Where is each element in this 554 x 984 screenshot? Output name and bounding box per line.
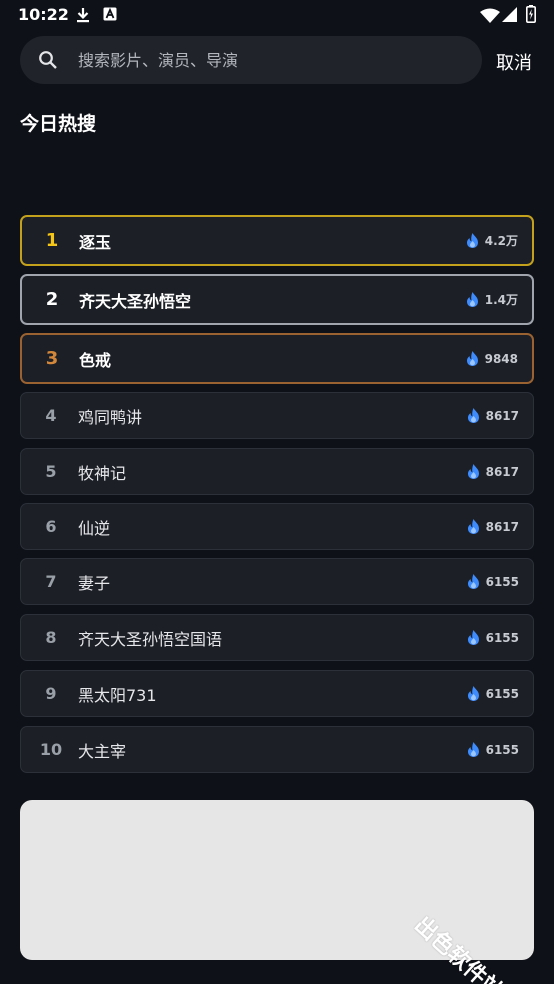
hot-list-row[interactable]: 7 妻子 6155	[20, 558, 534, 605]
movie-title: 大主宰	[78, 741, 127, 761]
rank-number: 6	[45, 517, 57, 536]
heat-value: 4.2万	[484, 234, 518, 248]
hot-list-row[interactable]: 3 色戒 9848	[20, 333, 534, 384]
movie-title: 仙逆	[78, 518, 111, 538]
rank-number: 10	[39, 740, 63, 759]
wifi-icon	[480, 8, 500, 23]
heat-score: 8617	[467, 504, 519, 549]
heat-value: 8617	[485, 408, 519, 423]
search-input[interactable]	[78, 36, 468, 84]
download-icon	[77, 8, 89, 23]
search-icon	[39, 51, 57, 69]
heat-value: 6155	[485, 686, 519, 701]
movie-title: 逐玉	[79, 232, 112, 252]
heat-score: 6155	[467, 727, 519, 772]
flame-icon	[467, 464, 479, 479]
heat-value: 9848	[484, 351, 518, 366]
flame-icon	[467, 519, 479, 534]
status-bar: 10:22	[0, 0, 554, 30]
rank-number: 8	[45, 628, 57, 647]
rank-number: 3	[45, 348, 59, 369]
rank-number: 4	[45, 406, 57, 425]
hot-list-row[interactable]: 2 齐天大圣孙悟空 1.4万	[20, 274, 534, 325]
hot-list-row[interactable]: 8 齐天大圣孙悟空国语 6155	[20, 614, 534, 661]
battery-icon	[526, 5, 536, 23]
rank-number: 1	[45, 230, 59, 251]
notification-app-icon	[103, 7, 117, 21]
flame-icon	[466, 351, 478, 366]
heat-value: 6155	[485, 630, 519, 645]
flame-icon	[467, 574, 479, 589]
flame-icon	[467, 630, 479, 645]
cancel-button[interactable]: 取消	[496, 49, 532, 75]
heat-value: 8617	[485, 464, 519, 479]
movie-title: 妻子	[78, 573, 111, 593]
movie-title: 鸡同鸭讲	[78, 407, 143, 427]
status-time: 10:22	[18, 5, 69, 24]
heat-score: 6155	[467, 671, 519, 716]
flame-icon	[466, 292, 478, 307]
heat-score: 9848	[466, 335, 518, 382]
movie-title: 牧神记	[78, 463, 127, 483]
section-title-today-hot: 今日热搜	[20, 113, 97, 135]
hot-list-row[interactable]: 5 牧神记 8617	[20, 448, 534, 495]
movie-title: 色戒	[79, 350, 112, 370]
hot-list-row[interactable]: 4 鸡同鸭讲 8617	[20, 392, 534, 439]
hot-list-row[interactable]: 6 仙逆 8617	[20, 503, 534, 550]
flame-icon	[467, 686, 479, 701]
movie-title: 齐天大圣孙悟空国语	[78, 629, 223, 649]
search-bar[interactable]	[20, 36, 482, 84]
hot-list-row[interactable]: 10 大主宰 6155	[20, 726, 534, 773]
rank-number: 9	[45, 684, 57, 703]
heat-value: 6155	[485, 574, 519, 589]
movie-title: 黑太阳731	[78, 685, 157, 705]
search-page: 10:22 取消 今日热搜 1 逐玉	[0, 0, 554, 984]
rank-number: 2	[45, 289, 59, 310]
flame-icon	[466, 233, 478, 248]
hot-list-row[interactable]: 1 逐玉 4.2万	[20, 215, 534, 266]
rank-number: 7	[45, 572, 57, 591]
heat-score: 6155	[467, 615, 519, 660]
heat-score: 8617	[467, 449, 519, 494]
heat-score: 4.2万	[466, 217, 518, 264]
heat-value: 6155	[485, 742, 519, 757]
heat-score: 6155	[467, 559, 519, 604]
flame-icon	[467, 408, 479, 423]
flame-icon	[467, 742, 479, 757]
rank-number: 5	[45, 462, 57, 481]
heat-value: 1.4万	[484, 293, 518, 307]
movie-title: 齐天大圣孙悟空	[79, 291, 192, 311]
heat-score: 8617	[467, 393, 519, 438]
heat-score: 1.4万	[466, 276, 518, 323]
hot-list-row[interactable]: 9 黑太阳731 6155	[20, 670, 534, 717]
signal-icon	[502, 7, 517, 22]
heat-value: 8617	[485, 519, 519, 534]
